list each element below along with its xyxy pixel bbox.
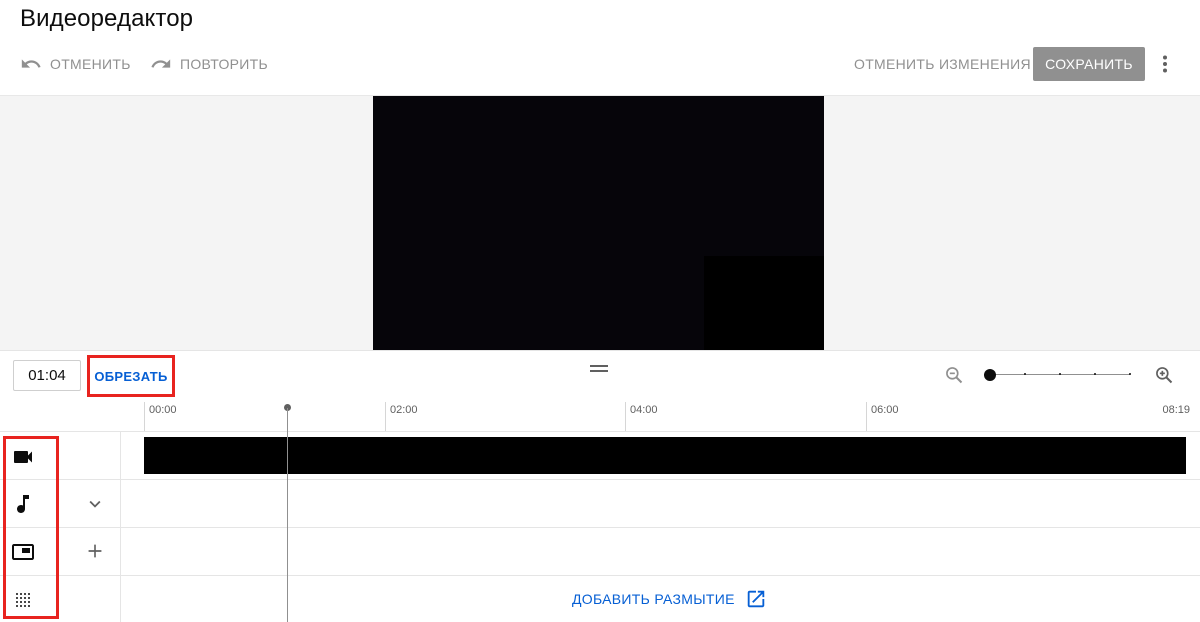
ruler-end-time: 08:19 bbox=[1162, 404, 1190, 416]
ruler-tick: 04:00 bbox=[625, 402, 658, 432]
undo-icon bbox=[21, 59, 41, 68]
blur-icon bbox=[11, 588, 35, 612]
redo-label: ПОВТОРИТЬ bbox=[180, 56, 269, 72]
playhead[interactable] bbox=[284, 404, 291, 622]
zoom-out-icon bbox=[946, 367, 963, 384]
zoom-in-icon bbox=[1156, 367, 1173, 384]
current-time-field[interactable]: 01:04 bbox=[13, 360, 81, 391]
end-screen-icon bbox=[11, 540, 35, 564]
expand-audio-button[interactable] bbox=[84, 493, 106, 515]
add-blur-link[interactable]: ДОБАВИТЬ РАЗМЫТИЕ bbox=[572, 588, 767, 610]
more-options-button[interactable] bbox=[1153, 52, 1177, 76]
redo-icon bbox=[151, 59, 171, 68]
ruler-tick: 00:00 bbox=[144, 402, 177, 432]
ruler-tick: 02:00 bbox=[385, 402, 418, 432]
end-screen-track bbox=[0, 528, 1200, 576]
zoom-in-button[interactable] bbox=[1154, 365, 1174, 385]
audio-track bbox=[0, 480, 1200, 528]
undo-button[interactable]: ОТМЕНИТЬ bbox=[20, 44, 131, 84]
add-end-screen-button[interactable] bbox=[84, 540, 106, 562]
discard-changes-button[interactable]: ОТМЕНИТЬ ИЗМЕНЕНИЯ bbox=[854, 44, 1031, 84]
discard-changes-label: ОТМЕНИТЬ ИЗМЕНЕНИЯ bbox=[854, 56, 1031, 72]
page-title: Видеоредактор bbox=[20, 5, 194, 32]
add-blur-label: ДОБАВИТЬ РАЗМЫТИЕ bbox=[572, 591, 735, 607]
undo-label: ОТМЕНИТЬ bbox=[50, 56, 131, 72]
video-preview[interactable] bbox=[373, 96, 824, 351]
trim-button[interactable]: ОБРЕЗАТЬ bbox=[87, 355, 175, 397]
chevron-down-icon bbox=[89, 500, 101, 508]
video-camera-icon bbox=[11, 445, 35, 469]
redo-button[interactable]: ПОВТОРИТЬ bbox=[150, 44, 268, 84]
zoom-slider[interactable] bbox=[984, 368, 1134, 382]
zoom-out-button[interactable] bbox=[944, 365, 964, 385]
save-button[interactable]: СОХРАНИТЬ bbox=[1033, 47, 1145, 81]
open-in-new-icon bbox=[747, 590, 765, 608]
resize-handle[interactable] bbox=[590, 365, 608, 373]
timeline-ruler[interactable]: 00:00 02:00 04:00 06:00 08:19 bbox=[144, 402, 1190, 432]
more-vert-icon bbox=[1163, 55, 1167, 73]
ruler-tick: 06:00 bbox=[866, 402, 899, 432]
timeline-controls: 01:04 ОБРЕЗАТЬ bbox=[0, 350, 1200, 400]
zoom-slider-thumb[interactable] bbox=[984, 369, 996, 381]
plus-icon bbox=[88, 544, 102, 558]
music-note-icon bbox=[11, 492, 35, 516]
video-clip[interactable] bbox=[144, 437, 1186, 474]
editor-toolbar: ОТМЕНИТЬ ПОВТОРИТЬ ОТМЕНИТЬ ИЗМЕНЕНИЯ СО… bbox=[0, 44, 1200, 84]
preview-area bbox=[0, 95, 1200, 351]
